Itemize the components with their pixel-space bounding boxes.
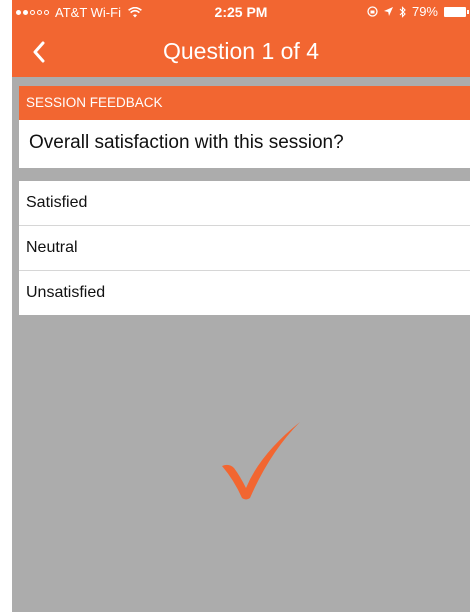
battery-icon — [444, 6, 469, 17]
question-card: SESSION FEEDBACK Overall satisfaction wi… — [19, 86, 470, 168]
answer-options: Satisfied Neutral Unsatisfied — [19, 181, 470, 315]
status-right: 79% — [367, 4, 469, 19]
orientation-lock-icon — [367, 6, 378, 17]
app-screen: AT&T Wi-Fi 2:25 PM 79% Question 1 of 4 S… — [12, 0, 470, 612]
top-bar: AT&T Wi-Fi 2:25 PM 79% Question 1 of 4 — [12, 0, 470, 77]
option-unsatisfied[interactable]: Unsatisfied — [19, 271, 470, 315]
status-bar: AT&T Wi-Fi 2:25 PM 79% — [12, 0, 470, 22]
location-icon — [383, 6, 393, 16]
battery-percent: 79% — [411, 4, 438, 19]
question-text: Overall satisfaction with this session? — [29, 132, 344, 153]
bluetooth-icon — [399, 5, 406, 18]
section-header: SESSION FEEDBACK — [19, 86, 470, 120]
option-neutral[interactable]: Neutral — [19, 226, 470, 271]
checkmark-icon — [222, 422, 300, 500]
option-satisfied[interactable]: Satisfied — [19, 181, 470, 226]
page-title: Question 1 of 4 — [163, 38, 319, 64]
